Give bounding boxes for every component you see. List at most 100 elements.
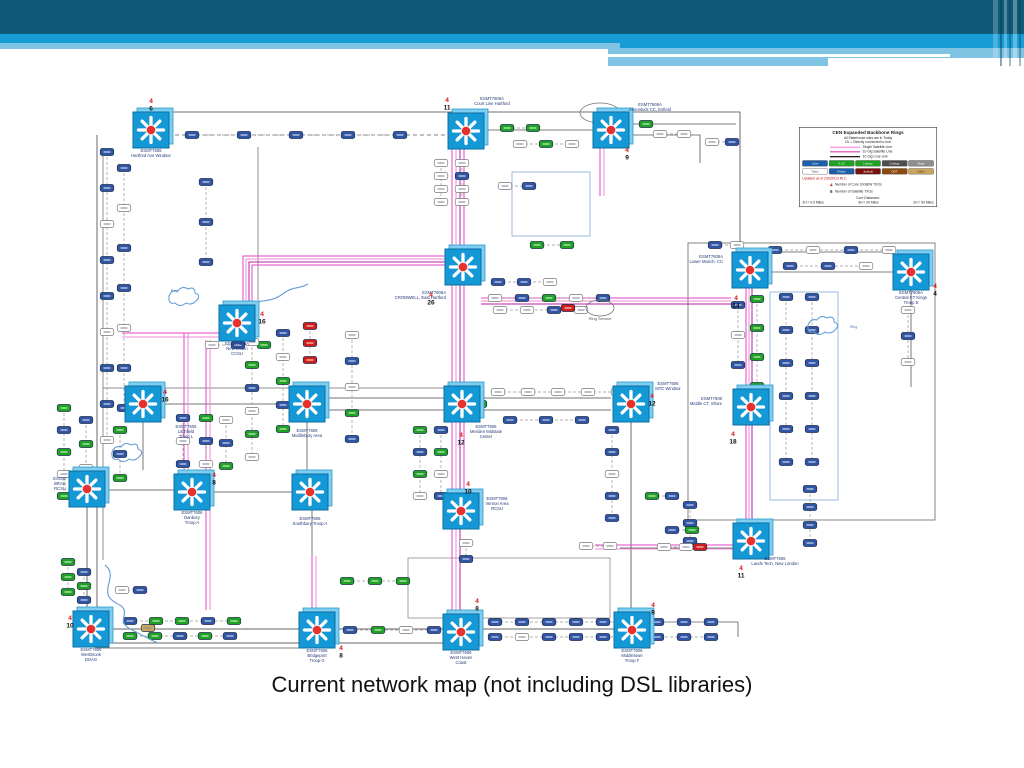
legend-item: Number of Satellite TXOs [835, 189, 873, 194]
hub-label: RCSU [491, 506, 503, 511]
hub-center-dot [606, 125, 616, 135]
hub-satellite-count: 16 [258, 319, 266, 326]
legend-item: 6 Number of Satellite TXOs [802, 189, 933, 194]
hub-satellite-count: 16 [161, 397, 169, 404]
hub-label: MTC Windsor [655, 386, 681, 391]
hub-center-dot [626, 399, 636, 409]
hub-satellite-count: 6 [149, 106, 153, 113]
network-hub: ESMT7606BridgeportTroop G48 [298, 607, 343, 663]
hub-label: DOAG [85, 657, 97, 662]
hub-label: Troop L [179, 434, 194, 439]
hub-center-dot [745, 265, 755, 275]
legend-item: 6 [830, 189, 833, 195]
hub-center-dot [312, 625, 322, 635]
legend-chip: Judicial [855, 168, 881, 175]
network-hub: ESMT7606Vernon AreaRCSU410 [442, 481, 509, 530]
ring-ellipse [585, 299, 615, 317]
hub-satellite-count: 11 [444, 105, 451, 112]
legend-item: 2H = 0.5 Miles 9H = 20 Miles 2H = 50 Miles [802, 201, 933, 205]
caption: Current network map (not including DSL l… [271, 672, 753, 697]
hub-satellite-count: 9 [651, 610, 655, 617]
legend-chip: Police [828, 168, 855, 175]
hub-label: Troop A [185, 520, 200, 525]
legend-box: CEN Expanded Backbone Rings All Statehou… [799, 127, 938, 208]
hub-core-count: 4 [445, 97, 449, 104]
network-diagram: Ring ServiceRingRingESMT7606Hartford Ave… [53, 96, 937, 665]
hub-satellite-count: 8 [212, 480, 216, 487]
hub-center-dot [458, 262, 468, 272]
network-hub: ESMT7606Middle CT, Shore418 [690, 384, 774, 446]
hub-label: Middlebury Area [292, 433, 323, 438]
diagram-label: Ring [171, 289, 178, 293]
legend-title: CEN Expanded Backbone Rings [832, 129, 904, 136]
legend-item [830, 155, 861, 158]
hub-center-dot [456, 627, 466, 637]
hub-label: CROMWELL, East Hartford [395, 295, 447, 300]
hub-satellite-count: 4 [933, 291, 937, 298]
network-hub: ESMT7606MTC Windsor412 [612, 381, 681, 423]
hub-core-count: 4 [731, 431, 735, 438]
hub-center-dot [746, 536, 756, 546]
hub-label: Center [480, 434, 493, 439]
legend-item: Town Police Judicial DOT Other [802, 168, 934, 175]
legend-item [830, 146, 861, 148]
fiber-bundle-line [251, 264, 454, 312]
hub-satellite-count: 12 [457, 440, 465, 447]
hub-core-count: 4 [459, 432, 463, 439]
hub-label: Troop E [904, 300, 919, 305]
legend-body: All Statehouse sites are in Today DL = Di… [802, 136, 934, 205]
link-line [629, 134, 701, 163]
hub-core-count: 4 [651, 602, 655, 609]
hub-center-dot [138, 399, 148, 409]
hub-label: Asnuntuck CC, Enfield [629, 107, 672, 112]
hub-center-dot [232, 318, 242, 328]
network-hub: ESMT7606WestbrookDOAG410 [66, 606, 114, 662]
legend-item: 10 Gig Satellite Line [802, 150, 933, 154]
legend-item [830, 151, 861, 153]
hub-satellite-count: 9 [625, 155, 629, 162]
hub-center-dot [627, 625, 637, 635]
legend-item: Core K-12 Library College State [802, 160, 934, 167]
hub-satellite-count: 14 [732, 303, 740, 310]
legend-chip: Library [855, 160, 881, 167]
hub-satellite-count: 11 [738, 573, 745, 580]
hub-center-dot [456, 506, 466, 516]
legend-item: 2H = 50 Miles [913, 200, 934, 205]
legend-item: 9H = 20 Miles [858, 200, 879, 205]
hub-satellite-count: 26 [427, 300, 435, 307]
hub-core-count: 4 [260, 311, 264, 318]
legend-chip: Core [802, 160, 828, 167]
hub-label: Court Line Hartford [474, 101, 510, 106]
fiber-bundle-line [248, 261, 451, 309]
hub-center-dot [302, 399, 312, 409]
hub-core-count: 4 [429, 292, 433, 299]
hub-center-dot [746, 402, 756, 412]
network-hub: ESMT7606LitchfieldTroop L416 [124, 381, 197, 439]
hub-center-dot [457, 399, 467, 409]
hub-satellite-count: 8 [475, 606, 479, 613]
network-hub: ESMT7606West HavenCoast48 [442, 598, 484, 665]
legend-chip: Town [802, 168, 828, 175]
legend-chip: Other [908, 168, 934, 175]
legend-item: 10 Gig Satellite Line [862, 150, 893, 154]
legend-chip: DOT [881, 168, 908, 175]
hub-center-dot [146, 125, 156, 135]
slide: Ring Service Ring Ring ESMT7606 Hartford Ave… [0, 0, 1024, 768]
hub-label: RCSU [54, 486, 66, 491]
hub-satellite-count: 18 [729, 439, 737, 446]
legend-chip: State [908, 160, 934, 167]
network-hub: ESMT7606ACentral CT KingsTroop E44 [892, 249, 937, 305]
legend-item: 10 Gig Core Link [802, 155, 933, 158]
hub-center-dot [86, 624, 96, 634]
network-hub: ESMT7606Hartford Ave Windsor46 [131, 98, 174, 158]
hub-satellite-count: 12 [648, 401, 656, 408]
network-hub: ESMT7606Lands Tech, New London411 [732, 518, 799, 580]
hub-center-dot [187, 487, 197, 497]
hub-core-count: 4 [625, 147, 629, 154]
legend-item: Single Satellite Line [862, 145, 892, 150]
hub-center-dot [82, 484, 92, 494]
network-hub: ESMT7606MiddletownTroop F49 [613, 602, 655, 663]
hub-label: Troop F [625, 658, 640, 663]
legend-item: Updated as of 2/20/2013 RLC [802, 177, 847, 181]
hub-core-count: 4 [650, 393, 654, 400]
